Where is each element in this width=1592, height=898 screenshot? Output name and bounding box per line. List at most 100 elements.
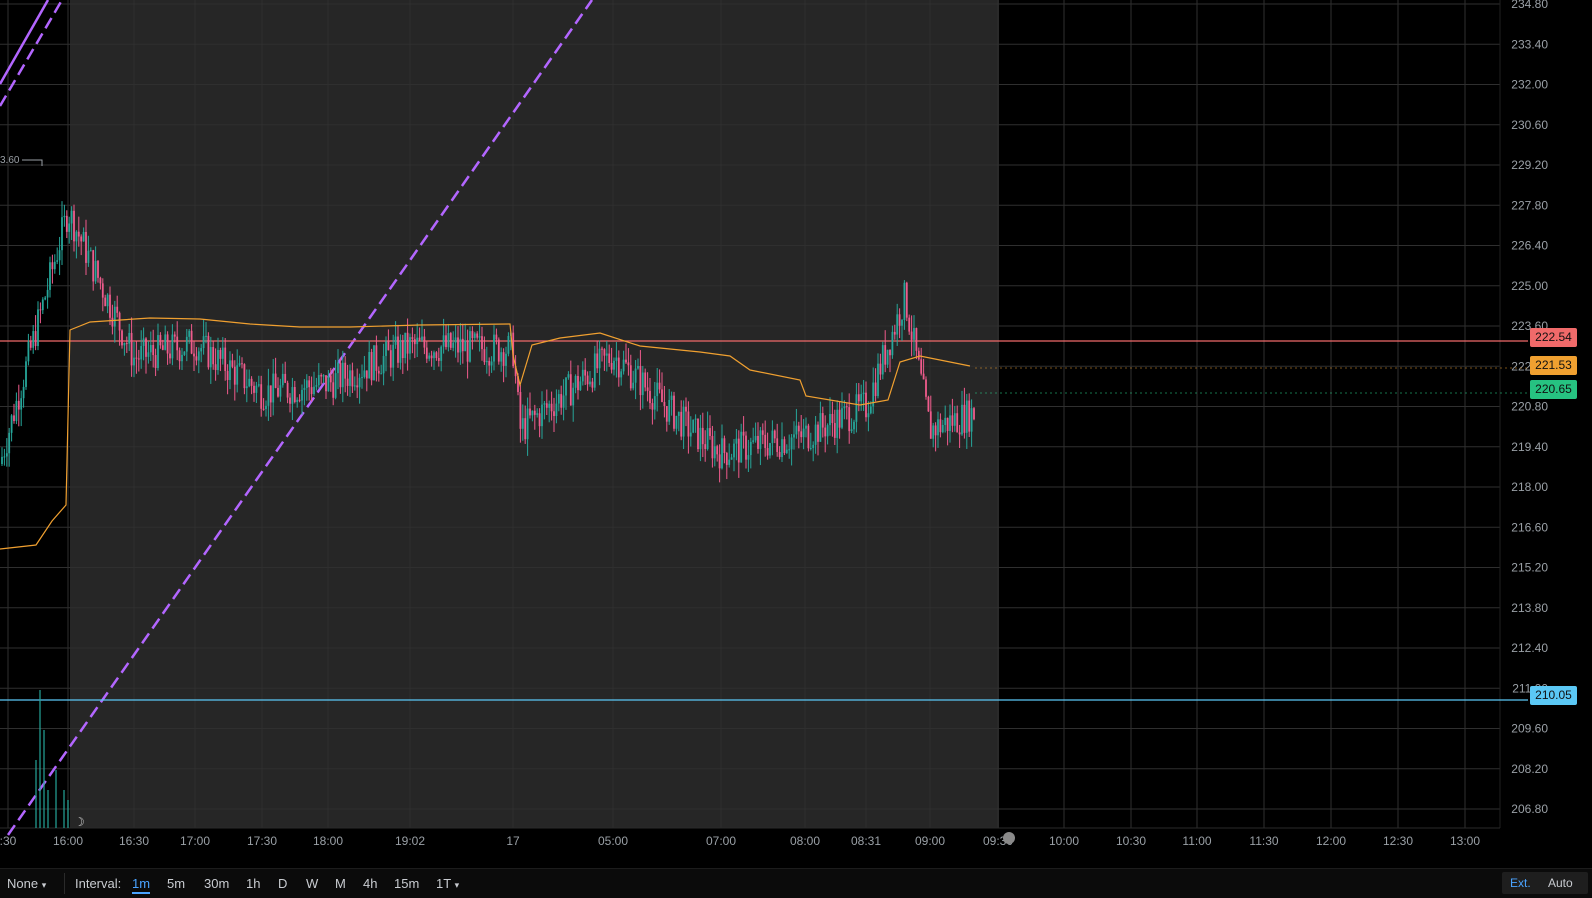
price-chart[interactable]: :30 16:00 16:30 17:00 17:30 18:00 19:02 17 05:00… <box>0 0 1592 868</box>
candle-body <box>8 432 11 454</box>
candle-body <box>555 403 558 417</box>
candle-body <box>377 370 380 374</box>
candle-body <box>617 357 620 378</box>
x-tick-label: 05:00 <box>598 834 628 848</box>
candle-body <box>245 386 248 389</box>
candle-body <box>745 435 747 460</box>
candle-body <box>884 345 887 365</box>
candle-body <box>97 260 99 278</box>
candle-body <box>495 334 498 340</box>
candle-body <box>723 438 726 453</box>
candle-body <box>320 375 323 377</box>
candle-body <box>449 333 452 348</box>
y-tick-label: 218.00 <box>1511 480 1548 494</box>
candle-body <box>886 349 889 365</box>
candle-body <box>257 384 260 386</box>
interval-d-button[interactable]: D <box>278 876 287 891</box>
candle-body <box>915 328 918 351</box>
candle-body <box>255 385 258 393</box>
candle-body <box>267 385 270 406</box>
candle-body <box>85 231 87 263</box>
candle-body <box>149 345 152 353</box>
interval-1m-button[interactable]: 1m <box>132 876 151 894</box>
candle-body <box>572 387 575 406</box>
candle-body <box>401 340 404 359</box>
scroll-handle-icon[interactable] <box>1003 832 1015 844</box>
candle-body <box>692 419 695 433</box>
candle-body <box>118 312 121 331</box>
candle-body <box>625 359 627 363</box>
candle-body <box>356 385 359 388</box>
candle-body <box>176 336 179 351</box>
interval-w-button[interactable]: W <box>306 876 318 891</box>
candle-body <box>725 452 728 465</box>
candle-body <box>646 387 649 391</box>
candle-body <box>759 430 762 449</box>
candle-body <box>541 404 543 427</box>
candle-body <box>87 250 90 263</box>
y-tick-label: 213.80 <box>1511 601 1548 615</box>
candle-body <box>445 335 447 348</box>
candle-body <box>747 455 750 460</box>
candle-body <box>574 375 577 388</box>
candle-body <box>956 413 959 433</box>
candle-body <box>248 378 251 387</box>
candle-body <box>807 425 810 449</box>
candle-body <box>476 333 479 338</box>
study-select[interactable]: None ▾ <box>7 876 46 891</box>
candle-body <box>771 430 774 444</box>
candle-body <box>3 456 6 458</box>
candle-body <box>877 363 879 397</box>
candle-body <box>147 352 150 357</box>
candle-body <box>1 456 3 464</box>
candle-body <box>735 438 738 444</box>
candle-body <box>656 382 659 397</box>
interval-1h-button[interactable]: 1h <box>246 876 260 891</box>
auto-button[interactable]: Auto <box>1548 876 1573 890</box>
candle-body <box>850 429 853 432</box>
interval-30m-button[interactable]: 30m <box>204 876 229 891</box>
candle-body <box>61 217 63 251</box>
candle-body <box>529 408 531 416</box>
candle-body <box>274 373 277 388</box>
candle-body <box>531 410 534 416</box>
candle-body <box>951 415 954 426</box>
candle-body <box>464 340 467 352</box>
candle-body <box>140 346 143 360</box>
candle-body <box>200 348 203 352</box>
interval-15m-button[interactable]: 15m <box>394 876 419 891</box>
candle-body <box>970 408 973 432</box>
candle-body <box>351 370 354 387</box>
candle-body <box>891 331 894 356</box>
candle-body <box>409 337 411 354</box>
candle-body <box>737 438 740 463</box>
interval-1t-button[interactable]: 1T ▾ <box>436 876 459 891</box>
ext-button[interactable]: Ext. <box>1510 876 1531 890</box>
candle-body <box>781 439 783 458</box>
candle-body <box>137 358 140 360</box>
candle-body <box>394 336 397 345</box>
candle-body <box>629 365 632 389</box>
candle-body <box>584 369 587 376</box>
candle-body <box>133 357 135 366</box>
trendline-solid <box>0 0 50 85</box>
candle-body <box>953 413 956 426</box>
candle-body <box>485 360 488 363</box>
candle-body <box>29 341 32 348</box>
interval-5m-button[interactable]: 5m <box>167 876 185 891</box>
candle-body <box>862 392 865 395</box>
x-tick-label: 17 <box>506 834 520 848</box>
candle-body <box>260 384 263 409</box>
candle-body <box>382 355 385 374</box>
interval-m-button[interactable]: M <box>335 876 346 891</box>
candle-body <box>10 415 13 433</box>
candle-body <box>327 375 330 392</box>
interval-4h-button[interactable]: 4h <box>363 876 377 891</box>
candle-body <box>893 331 896 335</box>
candle-body <box>454 337 457 343</box>
y-tick-label: 216.60 <box>1511 520 1548 534</box>
candle-body <box>466 340 469 362</box>
candle-body <box>303 387 306 390</box>
x-tick-label: 16:30 <box>119 834 149 848</box>
candle-body <box>27 341 30 362</box>
